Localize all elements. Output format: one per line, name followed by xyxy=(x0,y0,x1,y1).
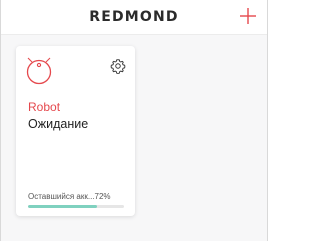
battery-label: Оставшийся акк...72% xyxy=(28,192,111,201)
add-device-button[interactable] xyxy=(237,5,259,27)
battery-bar xyxy=(28,205,124,208)
plus-icon xyxy=(240,8,256,24)
device-name: Robot xyxy=(28,100,61,114)
brand-logo: REDMOND xyxy=(89,9,179,25)
app-window: REDMOND Robot Ожидание Оставшийся акк...… xyxy=(0,0,268,241)
device-card[interactable]: Robot Ожидание Оставшийся акк...72% xyxy=(16,46,135,216)
gear-icon[interactable] xyxy=(110,58,126,74)
robot-vacuum-icon xyxy=(26,57,52,85)
top-bar: REDMOND xyxy=(1,0,267,35)
device-status: Ожидание xyxy=(28,117,89,131)
battery-bar-fill xyxy=(28,205,98,208)
